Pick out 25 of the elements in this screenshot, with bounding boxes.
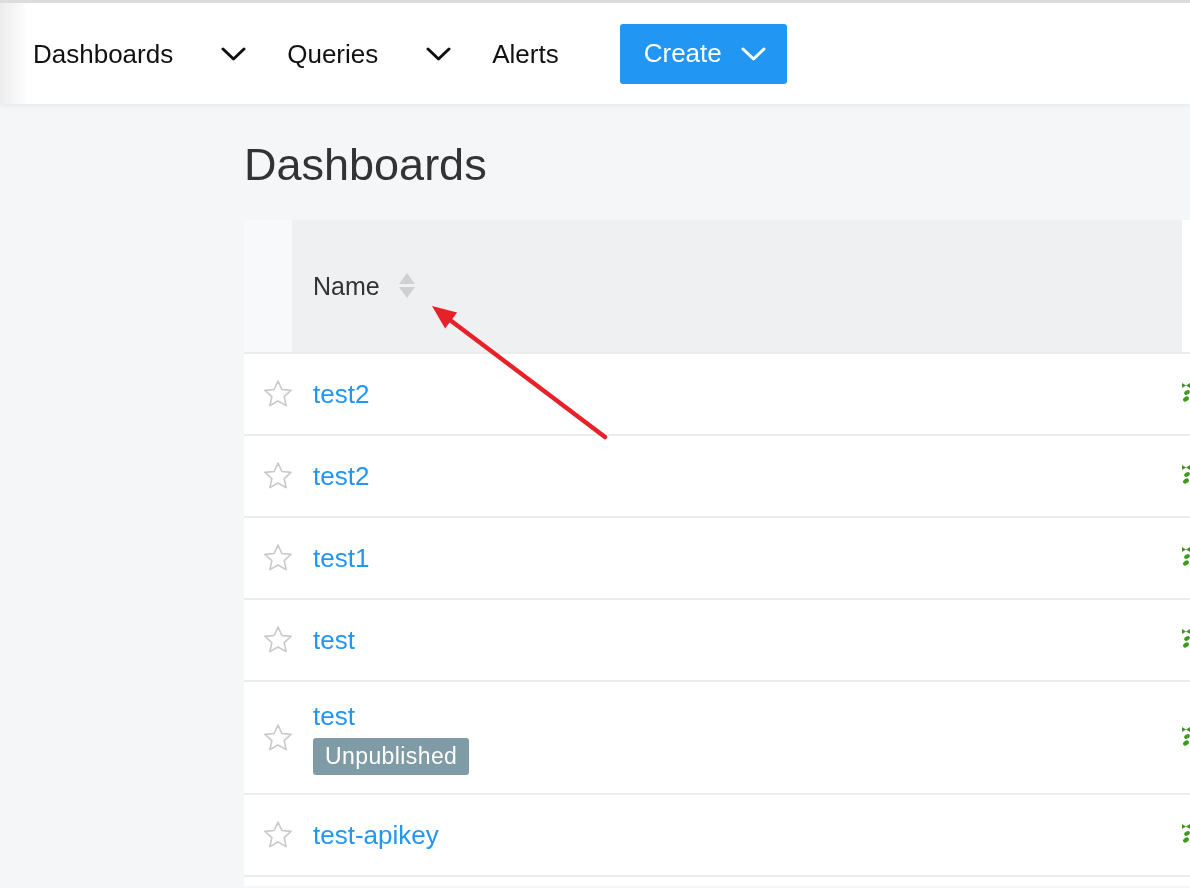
leaf-icon (1182, 629, 1190, 649)
dashboard-link[interactable]: test2 (313, 378, 370, 410)
page-title: Dashboards (244, 138, 487, 192)
dashboard-link[interactable]: test1 (313, 542, 370, 574)
column-header[interactable]: Name (313, 271, 415, 301)
leaf-icon (1182, 465, 1190, 485)
star-icon[interactable] (264, 821, 292, 849)
leaf-icon (1182, 726, 1190, 747)
star-icon[interactable] (264, 544, 292, 572)
star-icon[interactable] (264, 462, 292, 490)
dashboard-link[interactable]: test (313, 700, 355, 732)
star-icon[interactable] (264, 723, 292, 752)
star-icon[interactable] (264, 380, 292, 408)
dashboard-link[interactable]: test (313, 624, 355, 656)
leaf-icon (1182, 824, 1190, 844)
status-tag: Unpublished (313, 738, 470, 775)
nav-menu-item[interactable]: Queries (287, 37, 452, 70)
leaf-icon (1182, 547, 1190, 567)
nav-menu-item[interactable]: Dashboards (33, 37, 247, 70)
dashboard-link[interactable]: test-apikey (313, 819, 439, 851)
star-icon[interactable] (264, 626, 292, 654)
nav-menu-item[interactable]: Alerts (492, 37, 559, 70)
leaf-icon (1182, 383, 1190, 403)
create-button[interactable]: Create (619, 23, 787, 84)
dashboard-link[interactable]: test2 (313, 460, 370, 492)
